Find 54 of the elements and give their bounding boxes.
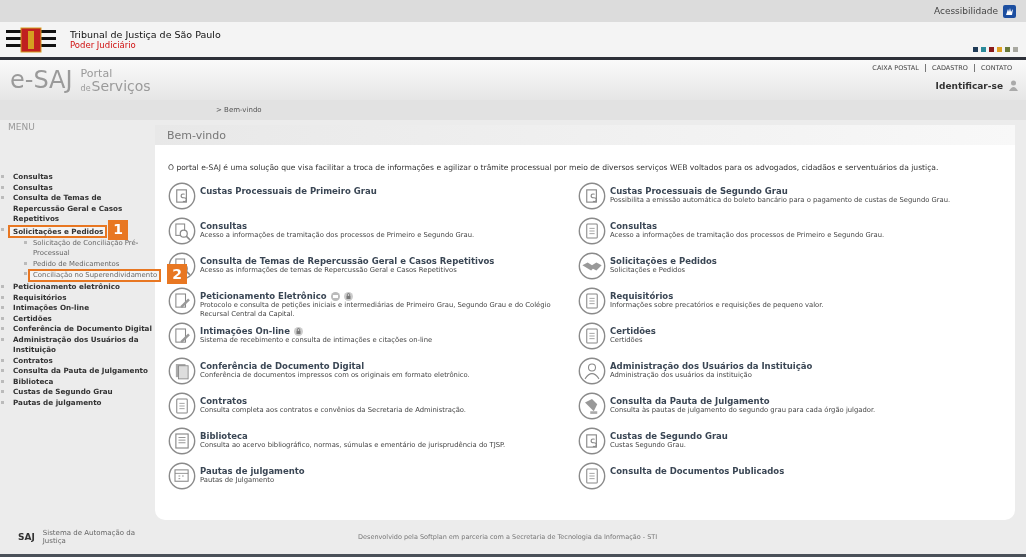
theme-swatch[interactable] bbox=[989, 47, 994, 52]
document-icon[interactable] bbox=[578, 462, 606, 490]
person-icon[interactable] bbox=[578, 357, 606, 385]
pen-icon[interactable] bbox=[168, 287, 196, 315]
service-link[interactable]: Certidões bbox=[610, 326, 656, 336]
service-link[interactable]: Consultas bbox=[200, 221, 247, 231]
theme-swatch[interactable] bbox=[1013, 47, 1018, 52]
document-icon[interactable] bbox=[578, 217, 606, 245]
login-link[interactable]: Identificar-se bbox=[935, 80, 1003, 91]
menu-title: MENU bbox=[8, 122, 35, 132]
service-link[interactable]: Custas Processuais de Primeiro Grau bbox=[200, 186, 377, 196]
service-link[interactable]: Custas de Segundo Grau bbox=[610, 431, 728, 441]
portal-label: Serviços bbox=[91, 78, 151, 93]
theme-swatch[interactable] bbox=[973, 47, 978, 52]
hand-icon[interactable] bbox=[1003, 4, 1016, 18]
esaj-logo: e-SAJ bbox=[10, 66, 73, 94]
theme-swatch[interactable] bbox=[1005, 47, 1010, 52]
portal-label: Portal bbox=[80, 67, 114, 79]
callout-number: 1 bbox=[108, 219, 128, 240]
theme-swatch[interactable] bbox=[997, 47, 1002, 52]
accessibility-link[interactable]: Acessibilidade bbox=[933, 6, 998, 16]
search-icon[interactable] bbox=[168, 217, 196, 245]
callout-number: 2 bbox=[167, 264, 187, 284]
service-link[interactable]: Consultas bbox=[610, 221, 657, 231]
stack-icon[interactable] bbox=[168, 357, 196, 385]
service-link[interactable]: Consulta de Temas de Repercussão Geral e Casos Repetitivos bbox=[200, 256, 495, 266]
portal-label: de bbox=[80, 84, 91, 93]
service-link[interactable]: Administração dos Usuários da Instituição bbox=[610, 361, 813, 371]
service-link[interactable]: Contratos bbox=[200, 396, 248, 406]
document-icon[interactable] bbox=[578, 287, 606, 315]
court-subtitle: Poder Judiciário bbox=[70, 40, 137, 50]
pen-icon[interactable] bbox=[168, 322, 196, 350]
service-link[interactable]: Solicitações e Pedidos bbox=[610, 256, 717, 266]
calendar-icon[interactable] bbox=[168, 462, 196, 490]
coat-of-arms-logo bbox=[6, 26, 56, 53]
court-name: Tribunal de Justiça de São Paulo bbox=[70, 29, 221, 40]
book-icon[interactable] bbox=[168, 427, 196, 455]
service-link[interactable]: Custas Processuais de Segundo Grau bbox=[610, 186, 788, 196]
service-link[interactable]: Conferência de Documento Digital bbox=[200, 361, 365, 371]
saj-logo: SAJ bbox=[18, 532, 35, 542]
user-icon[interactable] bbox=[1009, 80, 1018, 91]
service-link[interactable]: Biblioteca bbox=[200, 431, 248, 441]
service-link[interactable]: Pautas de julgamento bbox=[200, 466, 305, 476]
document-icon[interactable] bbox=[578, 322, 606, 350]
document-icon[interactable] bbox=[168, 392, 196, 420]
service-link[interactable]: Intimações On-line bbox=[200, 326, 290, 336]
page-heading-bar: Bem-vindo bbox=[155, 125, 1015, 145]
search-icon[interactable] bbox=[168, 252, 196, 280]
service-link[interactable]: Requisitórios bbox=[610, 291, 674, 301]
service-link[interactable]: Consulta da Pauta de Julgamento bbox=[610, 396, 770, 406]
theme-swatch[interactable] bbox=[981, 47, 986, 52]
handshake-icon[interactable] bbox=[578, 252, 606, 280]
service-link[interactable]: Consulta de Documentos Publicados bbox=[610, 466, 785, 476]
service-link[interactable]: Peticionamento Eletrônico bbox=[200, 291, 327, 301]
